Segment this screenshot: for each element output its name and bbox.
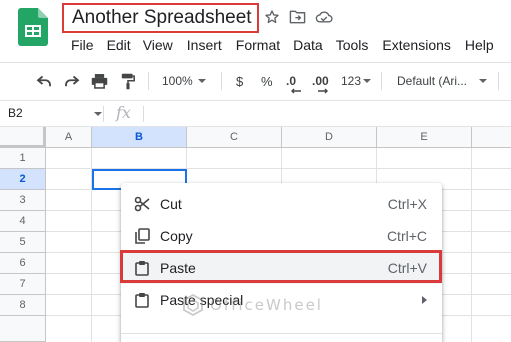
menu-format[interactable]: Format <box>236 37 280 53</box>
menu-file[interactable]: File <box>71 37 94 53</box>
row-header-8[interactable]: 8 <box>0 295 46 316</box>
currency-format-button[interactable]: $ <box>236 63 243 99</box>
toolbar-separator <box>221 72 222 90</box>
officewheel-logo-icon <box>183 293 203 317</box>
watermark-text: OfficeWheel <box>210 296 323 314</box>
chevron-down-icon <box>197 79 206 83</box>
increase-decimal-label: .00 <box>312 74 329 88</box>
menu-item-shortcut: Ctrl+C <box>386 228 427 244</box>
toolbar-separator <box>498 72 499 90</box>
menu-item-copy[interactable]: Copy Ctrl+C <box>121 220 442 252</box>
arrow-left-icon <box>291 88 301 94</box>
chevron-right-icon <box>422 296 427 304</box>
star-icon[interactable] <box>264 9 280 25</box>
document-title[interactable]: Another Spreadsheet <box>72 7 252 29</box>
row-header-3[interactable]: 3 <box>0 190 46 211</box>
column-header-b[interactable]: B <box>92 127 187 148</box>
font-family-label: Default (Ari... <box>397 74 468 88</box>
decrease-decimal-label: .0 <box>286 74 297 88</box>
toolbar-separator <box>381 72 382 90</box>
menu-bar: File Edit View Insert Format Data Tools … <box>71 37 507 53</box>
cloud-saved-icon[interactable] <box>315 9 333 25</box>
column-header-c[interactable]: C <box>187 127 282 148</box>
paint-format-button[interactable] <box>121 63 135 99</box>
menu-view[interactable]: View <box>143 37 173 53</box>
formula-separator <box>143 106 144 122</box>
function-icon: fx <box>116 103 131 122</box>
menu-extensions[interactable]: Extensions <box>382 37 450 53</box>
formula-bar: B2 fx <box>0 100 511 127</box>
chevron-down-icon[interactable] <box>94 112 102 116</box>
zoom-select[interactable]: 100% <box>162 63 206 99</box>
row-header-7[interactable]: 7 <box>0 274 46 295</box>
font-family-select[interactable]: Default (Ari... <box>397 63 488 99</box>
row-header-2[interactable]: 2 <box>0 169 46 190</box>
toolbar: 100% $ % .0 .00 123 Default (Ari... <box>0 63 511 99</box>
column-header-e[interactable]: E <box>377 127 472 148</box>
number-format-select[interactable]: 123 <box>341 63 372 99</box>
grid-line <box>471 148 472 342</box>
name-box[interactable]: B2 <box>8 106 23 120</box>
chevron-down-icon <box>479 79 488 83</box>
copy-icon <box>135 228 150 244</box>
menu-item-label: Cut <box>160 196 182 212</box>
paste-highlight-box <box>120 250 442 283</box>
menu-insert[interactable]: Insert <box>187 37 222 53</box>
chevron-down-icon <box>363 79 372 83</box>
print-button[interactable] <box>91 63 108 99</box>
row-header-9[interactable] <box>0 316 46 342</box>
formula-separator <box>103 106 104 122</box>
menu-help[interactable]: Help <box>465 37 494 53</box>
currency-label: $ <box>236 73 244 89</box>
toolbar-separator <box>148 72 149 90</box>
select-all-corner[interactable] <box>0 127 46 148</box>
print-icon <box>91 74 108 89</box>
menu-separator <box>121 333 442 334</box>
row-header-5[interactable]: 5 <box>0 232 46 253</box>
number-format-label: 123 <box>341 74 362 88</box>
move-to-folder-icon[interactable] <box>289 9 306 25</box>
clipboard-icon <box>135 293 149 308</box>
scissors-icon <box>134 196 150 212</box>
column-header-a[interactable]: A <box>46 127 92 148</box>
menu-item-shortcut: Ctrl+X <box>387 196 427 212</box>
column-header-d[interactable]: D <box>282 127 377 148</box>
redo-button[interactable] <box>63 63 81 99</box>
row-header-4[interactable]: 4 <box>0 211 46 232</box>
zoom-value: 100% <box>162 74 193 88</box>
arrow-right-icon <box>318 88 328 94</box>
menu-edit[interactable]: Edit <box>107 37 131 53</box>
column-header-next[interactable] <box>472 127 511 148</box>
undo-button[interactable] <box>35 63 53 99</box>
percent-label: % <box>261 73 273 89</box>
menu-tools[interactable]: Tools <box>336 37 369 53</box>
watermark: OfficeWheel <box>181 293 323 317</box>
paint-format-icon <box>121 73 135 89</box>
percent-format-button[interactable]: % <box>261 63 273 99</box>
row-header-6[interactable]: 6 <box>0 253 46 274</box>
row-header-1[interactable]: 1 <box>0 148 46 169</box>
redo-icon <box>65 75 80 87</box>
undo-icon <box>36 75 51 87</box>
menu-item-cut[interactable]: Cut Ctrl+X <box>121 188 442 220</box>
menu-data[interactable]: Data <box>293 37 323 53</box>
sheets-logo-icon[interactable] <box>18 8 48 46</box>
menu-item-label: Copy <box>160 228 193 244</box>
